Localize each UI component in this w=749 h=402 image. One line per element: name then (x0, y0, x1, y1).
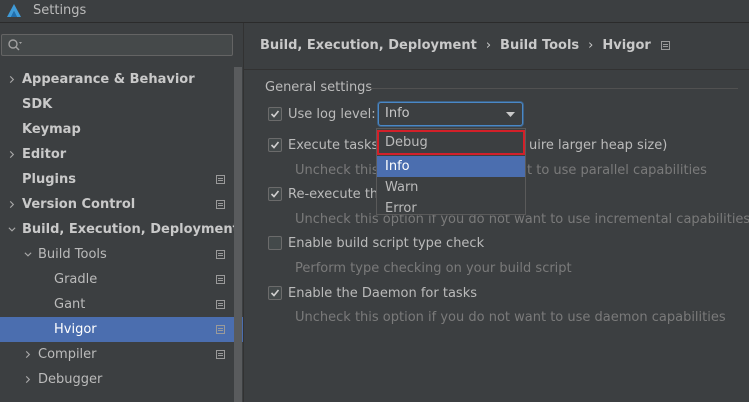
sidebar-item-label: Keymap (22, 122, 81, 137)
chevron-down-icon[interactable] (24, 250, 32, 259)
sidebar-item-label: Plugins (22, 172, 76, 187)
sidebar-item-build-tools[interactable]: Build Tools (0, 242, 243, 267)
sidebar-item-keymap[interactable]: Keymap (0, 117, 243, 142)
group-separator (368, 88, 738, 89)
breadcrumb-part-build-execution[interactable]: Build, Execution, Deployment (260, 38, 477, 53)
daemon-checkbox[interactable] (268, 286, 282, 300)
incremental-checkbox[interactable] (268, 187, 282, 201)
chevron-right-icon[interactable] (8, 150, 16, 159)
breadcrumb: Build, Execution, Deployment › Build Tools… (260, 38, 670, 56)
breadcrumb-divider (244, 69, 749, 70)
settings-search-input[interactable] (28, 36, 232, 56)
sidebar-item-label: SDK (22, 97, 53, 112)
project-level-icon (216, 200, 225, 209)
chevron-right-icon[interactable] (8, 200, 16, 209)
type-check-checkbox[interactable] (268, 236, 282, 250)
breadcrumb-separator: › (485, 38, 492, 53)
breadcrumb-part-build-tools[interactable]: Build Tools (500, 38, 579, 53)
chevron-down-icon[interactable] (8, 225, 16, 234)
sidebar-item-sdk[interactable]: SDK (0, 92, 243, 117)
daemon-label: Enable the Daemon for tasks (288, 286, 477, 301)
sidebar-item-build-execution-deployment[interactable]: Build, Execution, Deployment (0, 217, 243, 242)
project-level-icon (216, 350, 225, 359)
chevron-right-icon[interactable] (8, 75, 16, 84)
project-level-icon (660, 41, 670, 50)
sidebar-item-label: Debugger (38, 372, 103, 387)
sidebar-item-compiler[interactable]: Compiler (0, 342, 243, 367)
sidebar-item-label: Build Tools (38, 247, 107, 262)
sidebar-item-version-control[interactable]: Version Control (0, 192, 243, 217)
app-logo-icon (7, 4, 21, 17)
sidebar-item-label: Gant (54, 297, 86, 312)
project-level-icon (216, 325, 225, 334)
daemon-hint: Uncheck this option if you do not want t… (295, 310, 726, 325)
sidebar-item-label: Gradle (54, 272, 98, 287)
log-level-checkbox[interactable] (268, 107, 282, 121)
sidebar-item-label: Hvigor (54, 322, 97, 337)
log-level-option-warn[interactable]: Warn (377, 177, 525, 198)
project-level-icon (216, 175, 225, 184)
chevron-right-icon[interactable] (24, 375, 32, 384)
log-level-select[interactable]: Info (378, 102, 523, 126)
checkmark-icon (270, 190, 280, 198)
sidebar-item-editor[interactable]: Editor (0, 142, 243, 167)
log-level-option-debug[interactable]: Debug (377, 130, 525, 155)
sidebar-item-hvigor[interactable]: Hvigor (0, 317, 243, 342)
settings-tree: Appearance & Behavior SDK Keymap Editor Plug… (0, 67, 243, 392)
log-level-dropdown-list: Debug Info Warn Error (376, 128, 526, 216)
log-level-label: Use log level: (288, 107, 376, 122)
type-check-label: Enable build script type check (288, 236, 485, 251)
chevron-down-icon (506, 112, 515, 117)
settings-sidebar: Appearance & Behavior SDK Keymap Editor Plug… (0, 23, 244, 402)
checkmark-icon (270, 289, 280, 297)
sidebar-item-label: Appearance & Behavior (22, 72, 195, 87)
type-check-hint: Perform type checking on your build scri… (295, 261, 572, 276)
sidebar-item-gant[interactable]: Gant (0, 292, 243, 317)
log-level-selected-value: Info (385, 106, 410, 121)
general-settings-title: General settings (265, 80, 373, 95)
sidebar-item-label: Version Control (22, 197, 136, 212)
project-level-icon (216, 250, 225, 259)
project-level-icon (216, 300, 225, 309)
window-title: Settings (33, 3, 87, 18)
parallel-checkbox[interactable] (268, 138, 282, 152)
checkmark-icon (270, 141, 280, 149)
incremental-label: Re-execute the (288, 187, 387, 202)
window-titlebar: Settings (0, 0, 749, 23)
project-level-icon (216, 275, 225, 284)
sidebar-item-plugins[interactable]: Plugins (0, 167, 243, 192)
breadcrumb-part-hvigor: Hvigor (602, 38, 651, 53)
sidebar-item-appearance-behavior[interactable]: Appearance & Behavior (0, 67, 243, 92)
sidebar-item-gradle[interactable]: Gradle (0, 267, 243, 292)
search-icon[interactable] (7, 38, 23, 52)
parallel-label-suffix: uire larger heap size) (529, 138, 668, 153)
parallel-hint-suffix: t to use parallel capabilities (527, 163, 707, 178)
settings-content-panel: Build, Execution, Deployment › Build Tools… (244, 23, 749, 402)
checkmark-icon (270, 110, 280, 118)
breadcrumb-separator: › (588, 38, 594, 53)
sidebar-item-label: Build, Execution, Deployment (22, 222, 239, 237)
sidebar-item-label: Editor (22, 147, 67, 162)
log-level-option-error[interactable]: Error (377, 198, 525, 219)
sidebar-item-label: Compiler (38, 347, 97, 362)
log-level-option-info[interactable]: Info (377, 156, 525, 177)
sidebar-scrollbar[interactable] (234, 67, 242, 402)
chevron-right-icon[interactable] (24, 350, 32, 359)
settings-search-box[interactable] (1, 34, 233, 56)
sidebar-item-debugger[interactable]: Debugger (0, 367, 243, 392)
